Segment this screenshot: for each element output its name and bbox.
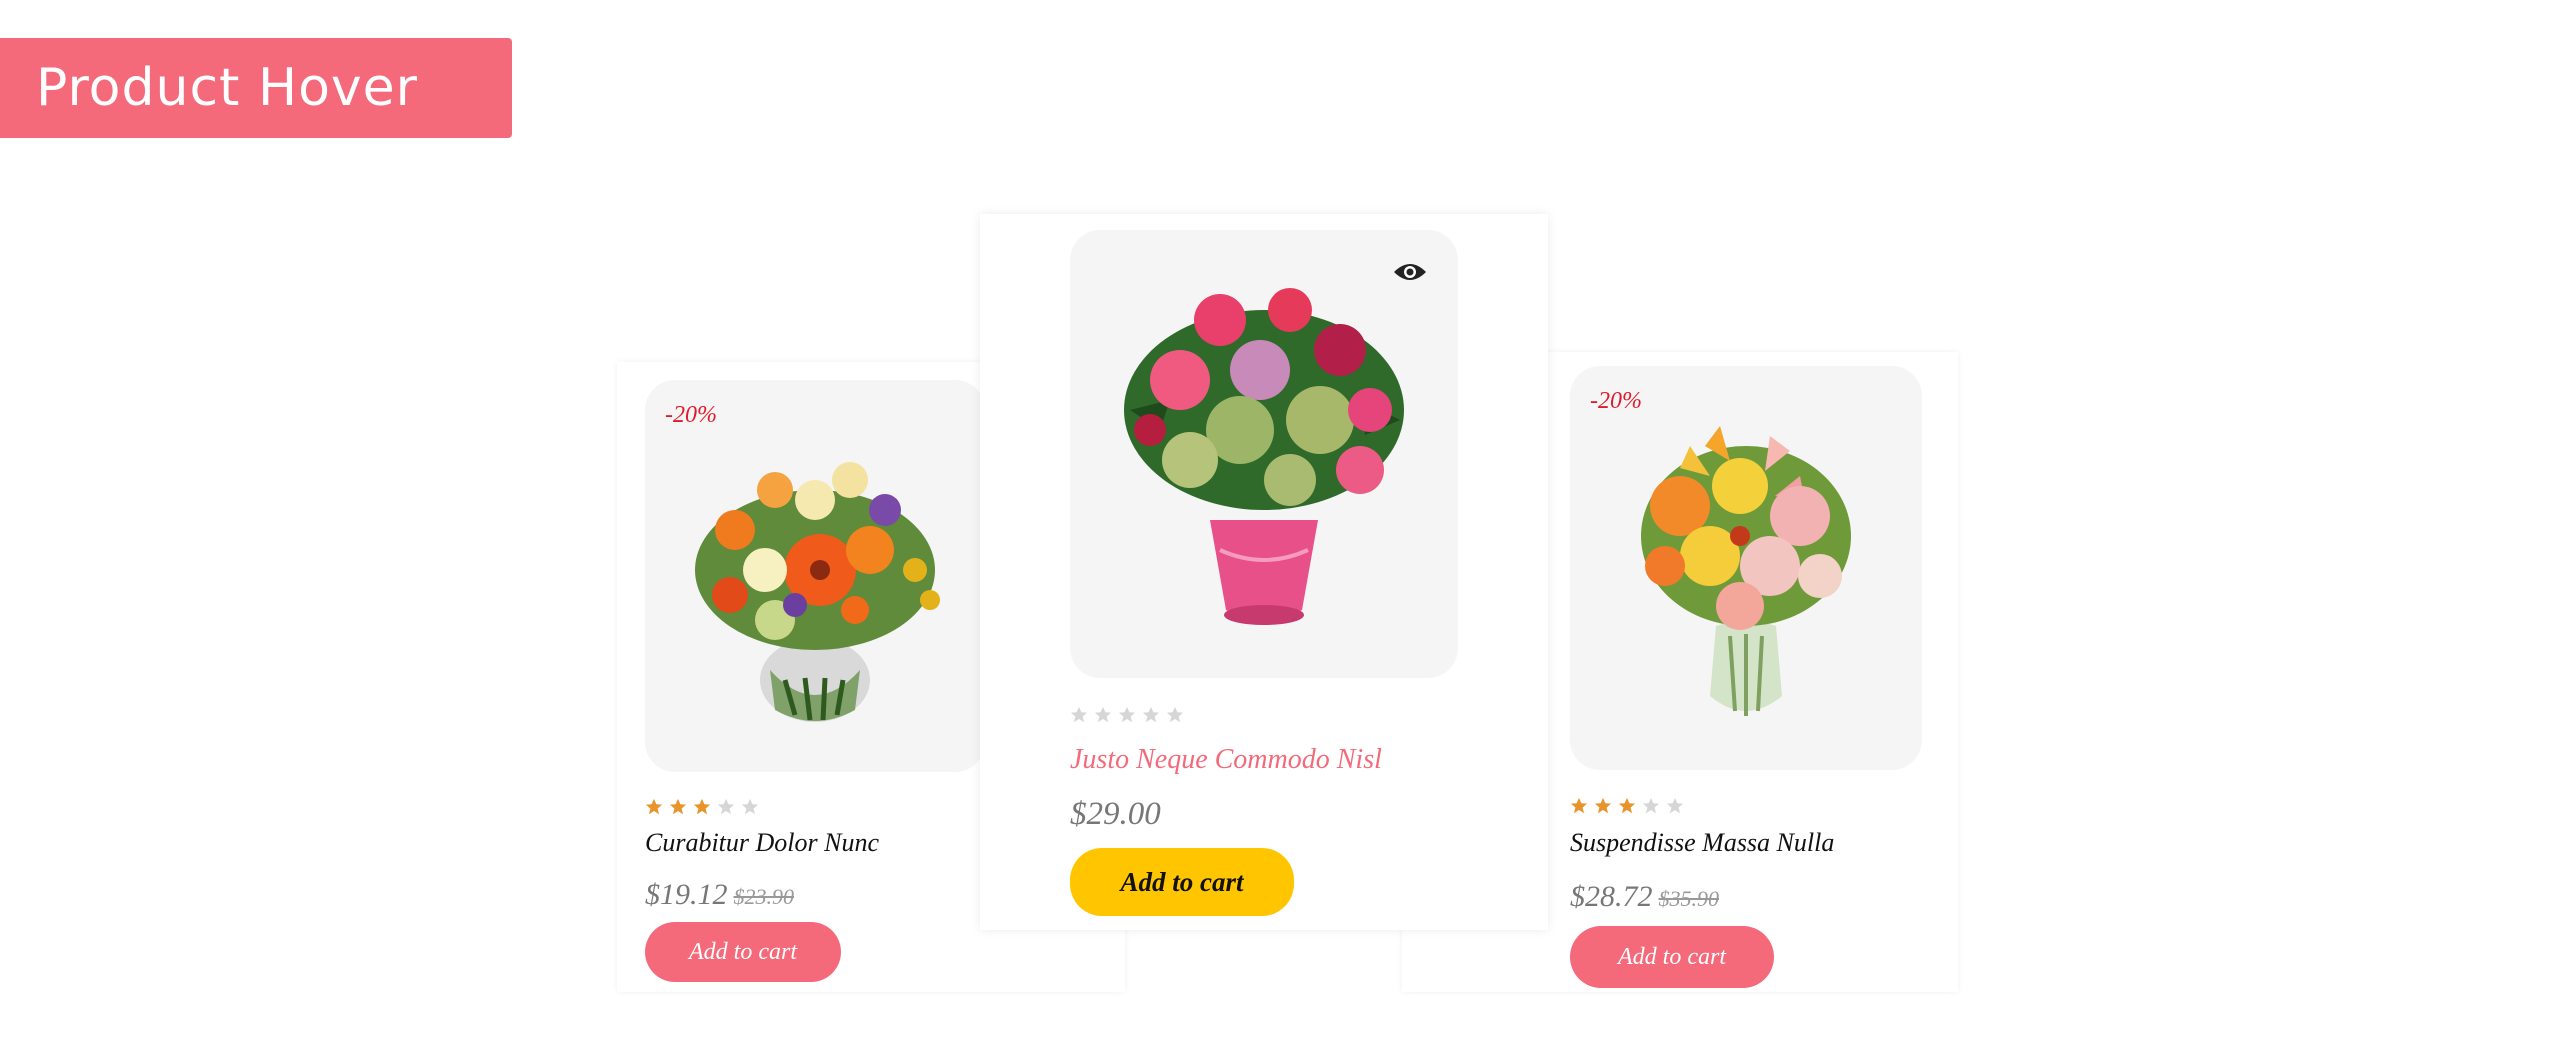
rating-stars [1570,797,1684,815]
star-filled-icon [693,798,711,815]
product-image[interactable] [645,380,985,772]
product-image[interactable] [1070,230,1458,678]
star-empty-icon [1070,706,1088,723]
star-filled-icon [1618,797,1636,814]
product-name[interactable]: Suspendisse Massa Nulla [1570,828,1834,858]
star-empty-icon [717,798,735,815]
star-filled-icon [1594,797,1612,814]
rating-stars [645,798,759,816]
star-empty-icon [1166,706,1184,723]
product-name[interactable]: Justo Neque Commodo Nisl [1070,744,1382,776]
product-price: $28.72 $35.90 [1570,880,1719,914]
bouquet-image [1641,426,1851,716]
star-empty-icon [1118,706,1136,723]
star-empty-icon [741,798,759,815]
discount-badge: -20% [665,402,717,428]
product-price: $29.00 [1070,796,1161,833]
page-title: Product Hover [36,58,419,118]
current-price: $19.12 [645,878,728,911]
current-price: $29.00 [1070,796,1161,832]
rating-stars [1070,706,1184,724]
add-to-cart-button[interactable]: Add to cart [1570,926,1774,988]
add-to-cart-button[interactable]: Add to cart [1070,848,1294,916]
eye-icon[interactable] [1392,260,1428,284]
bouquet-image [1124,288,1404,625]
current-price: $28.72 [1570,880,1653,913]
star-filled-icon [669,798,687,815]
bouquet-image [695,462,940,722]
star-empty-icon [1666,797,1684,814]
discount-badge: -20% [1590,388,1642,414]
star-filled-icon [1570,797,1588,814]
star-filled-icon [645,798,663,815]
old-price: $23.90 [733,884,795,909]
add-to-cart-button[interactable]: Add to cart [645,922,841,982]
page-banner: Product Hover [0,38,512,138]
star-empty-icon [1094,706,1112,723]
product-price: $19.12 $23.90 [645,878,794,912]
product-name[interactable]: Curabitur Dolor Nunc [645,828,879,858]
star-empty-icon [1642,797,1660,814]
star-empty-icon [1142,706,1160,723]
old-price: $35.90 [1658,886,1720,911]
product-image[interactable] [1570,366,1922,770]
